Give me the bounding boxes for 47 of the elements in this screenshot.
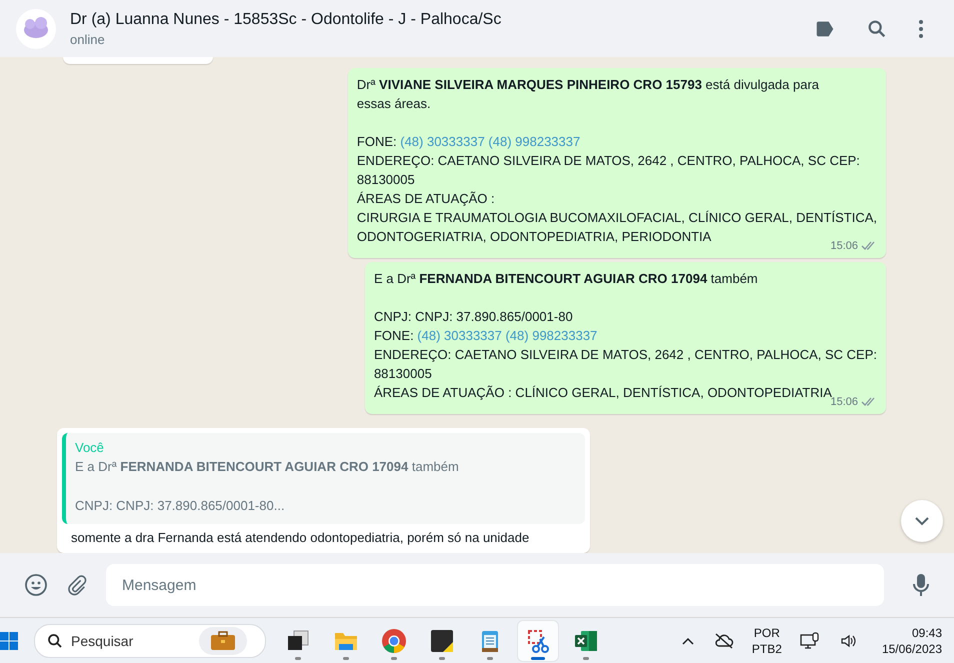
search-icon [47, 632, 63, 648]
message-text: 88130005 [374, 365, 432, 383]
chevron-up-icon[interactable] [682, 636, 694, 644]
message-text: ÁREAS DE ATUAÇÃO : [356, 190, 495, 208]
message-text: 88130005 [356, 171, 415, 189]
message-text: Drª VIVIANE SILVEIRA MARQUES PINHEIRO CRO 15793 está divulgada para [356, 76, 820, 94]
windows-start-icon[interactable] [0, 632, 18, 650]
browser-icon [381, 628, 407, 654]
message-text: CNPJ: CNPJ: 37.890.865/0001-80 [374, 308, 573, 326]
quote-text: CNPJ: CNPJ: 37.890.865/0001-80... [75, 497, 286, 515]
network-icon[interactable] [800, 632, 820, 650]
clock-time[interactable]: 09:43 [882, 624, 942, 640]
message-text: ENDEREÇO: CAETANO SILVEIRA DE MATOS, 2642 , CENTRO, PALHOCA, SC CEP: [374, 346, 877, 364]
message-text: CIRURGIA E TRAUMATOLOGIA BUCOMAXILOFACIAL, CLÍNICO GERAL, DENTÍSTICA, [356, 209, 877, 227]
message-time: 15:06 [830, 396, 858, 410]
message-text: essas áreas. [356, 95, 431, 113]
microphone-icon[interactable] [912, 573, 930, 597]
message-text: E a Drª FERNANDA BITENCOURT AGUIAR CRO 17094 também [374, 270, 758, 288]
contact-name[interactable]: Dr (a) Luanna Nunes - 15853Sc - Odontolife - J - Palhoca/Sc [70, 10, 800, 28]
quote-text: E a Drª FERNANDA BITENCOURT AGUIAR CRO 17094 também [75, 458, 460, 476]
contact-status: online [70, 32, 106, 46]
message-text: FONE: [356, 134, 397, 149]
message-text: ÁREAS DE ATUAÇÃO : CLÍNICO GERAL, DENTÍSTICA, ODONTOPEDIATRIA [374, 384, 832, 400]
speaker-icon[interactable] [840, 632, 856, 648]
paperclip-icon[interactable] [66, 574, 88, 596]
message-time: 15:06 [830, 238, 858, 254]
scissors-icon [525, 628, 551, 654]
cloud-off-icon[interactable] [714, 632, 734, 648]
quoted-message[interactable]: Você E a Drª FERNANDA BITENCOURT AGUIAR CRO 17094 também CNPJ: CNPJ: 37.890.865/0001-80... [62, 433, 585, 524]
briefcase-icon [199, 626, 247, 654]
message-input[interactable]: Mensagem [106, 564, 884, 606]
quote-author: Você [75, 439, 105, 457]
double-check-icon [861, 241, 877, 251]
message-text: ENDEREÇO: CAETANO SILVEIRA DE MATOS, 2642 , CENTRO, PALHOCA, SC CEP: [356, 152, 860, 170]
message-text: FONE: [374, 328, 414, 343]
sticky-note-icon [429, 628, 455, 654]
chevron-down-icon [914, 516, 930, 526]
taskbar-search-field[interactable]: Pesquisar [34, 624, 266, 658]
clock-date[interactable]: 15/06/2023 [882, 640, 942, 656]
search-icon[interactable] [866, 18, 888, 40]
input-language-indicator[interactable]: POR PTB2 [752, 624, 782, 656]
search-input[interactable]: Pesquisar [71, 632, 191, 648]
emoji-icon[interactable] [24, 573, 48, 597]
message-text: ODONTOGERIATRIA, ODONTOPEDIATRIA, PERIODONTIA [356, 228, 712, 246]
menu-icon[interactable] [918, 18, 924, 38]
double-check-icon [861, 397, 877, 407]
message-text: somente a dra Fernanda está atendendo odontopediatria, porém só na unidade [71, 529, 530, 547]
